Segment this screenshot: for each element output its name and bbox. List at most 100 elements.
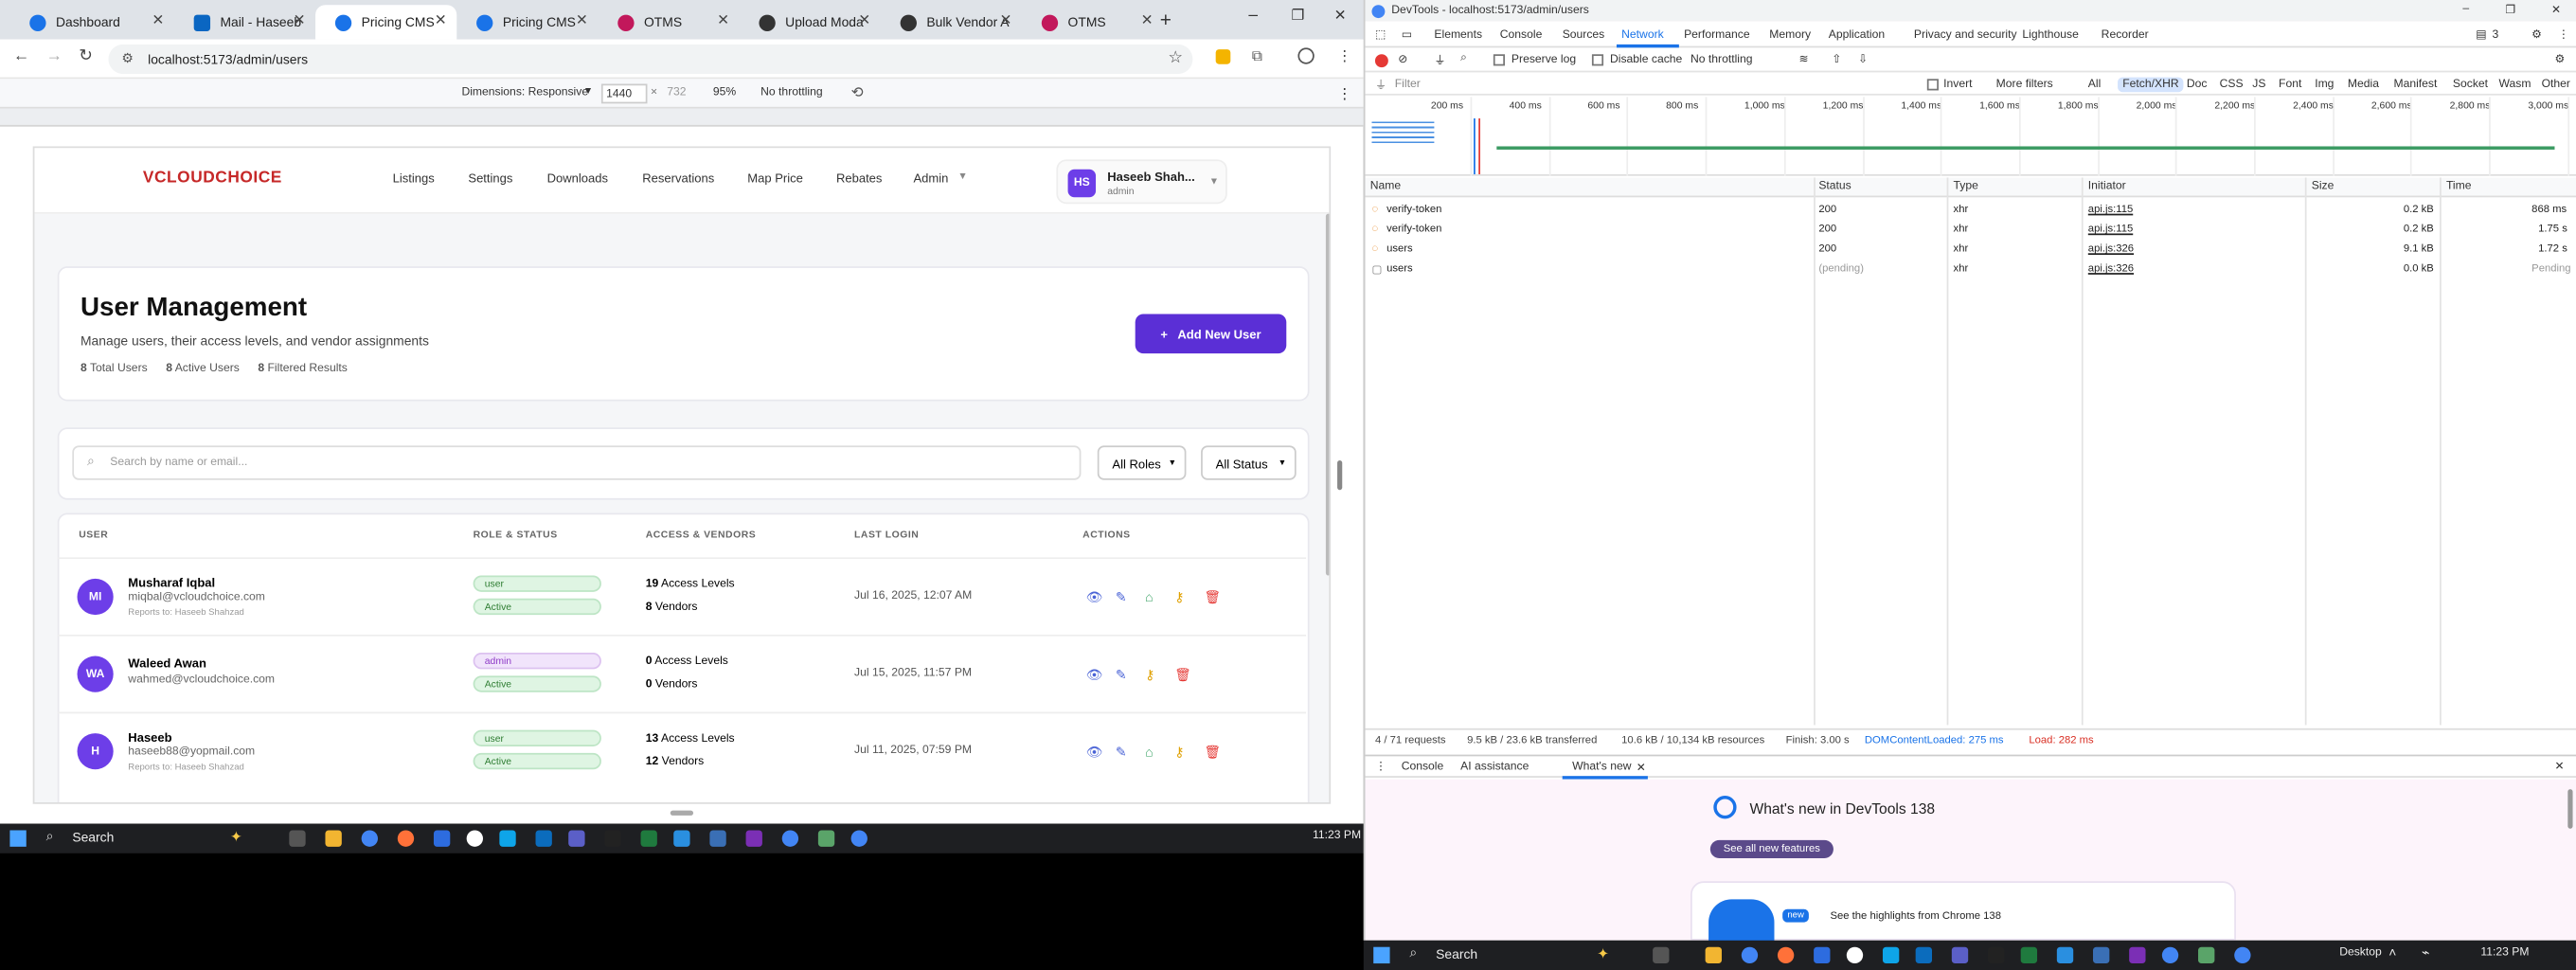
onenote-icon[interactable] bbox=[745, 830, 762, 847]
maximize-icon[interactable]: ❐ bbox=[1291, 7, 1304, 25]
col-status[interactable]: Status bbox=[1818, 181, 1851, 192]
panel-application[interactable]: Application bbox=[1829, 29, 1885, 41]
extension-icon[interactable] bbox=[1215, 49, 1231, 64]
tab-bulk-vendor[interactable]: Bulk Vendor A ✕ bbox=[881, 5, 1022, 39]
close-icon[interactable]: ✕ bbox=[576, 11, 588, 29]
nav-admin[interactable]: Admin bbox=[913, 171, 948, 187]
type-filter-all[interactable]: All bbox=[2088, 79, 2101, 90]
view-icon[interactable]: 👁 bbox=[1086, 745, 1103, 760]
request-initiator[interactable]: api.js:326 bbox=[2088, 243, 2134, 255]
new-tab-icon[interactable]: + bbox=[1160, 9, 1172, 31]
rotate-icon[interactable]: ⟲ bbox=[851, 84, 864, 102]
filter-icon[interactable]: ⏚ bbox=[1434, 53, 1445, 69]
delete-icon[interactable]: 🗑 bbox=[1205, 745, 1222, 760]
close-icon[interactable]: ✕ bbox=[1141, 11, 1154, 29]
key-icon[interactable]: ⚷ bbox=[1174, 745, 1184, 760]
tag-icon[interactable]: ⌂ bbox=[1145, 590, 1153, 605]
copilot-sparkle-icon[interactable]: ✦ bbox=[1597, 945, 1609, 963]
zoom-icon[interactable] bbox=[1814, 946, 1831, 964]
col-initiator[interactable]: Initiator bbox=[2088, 181, 2126, 192]
excel-icon[interactable] bbox=[2020, 946, 2038, 964]
record-icon[interactable] bbox=[1374, 54, 1388, 68]
forward-icon[interactable]: → bbox=[46, 47, 63, 65]
invert-checkbox[interactable] bbox=[1926, 79, 1939, 91]
chrome-icon[interactable] bbox=[781, 830, 799, 847]
drawer-tab-ai[interactable]: AI assistance bbox=[1460, 762, 1529, 773]
panel-recorder[interactable]: Recorder bbox=[2102, 29, 2149, 41]
app-icon[interactable] bbox=[1882, 946, 1900, 964]
profile-icon[interactable] bbox=[1297, 47, 1315, 64]
table-row[interactable]: H Haseeb haseeb88@yopmail.com Reports to… bbox=[57, 711, 1307, 788]
app-icon[interactable] bbox=[1915, 946, 1933, 964]
view-icon[interactable]: 👁 bbox=[1086, 590, 1103, 605]
vscode-icon[interactable] bbox=[2056, 946, 2074, 964]
roles-select[interactable]: All Roles ▼ bbox=[1097, 445, 1187, 480]
copilot-sparkle-icon[interactable]: ✦ bbox=[230, 829, 242, 847]
panel-memory[interactable]: Memory bbox=[1769, 29, 1811, 41]
close-window-icon[interactable]: ✕ bbox=[2551, 3, 2561, 16]
zoom-icon[interactable] bbox=[433, 830, 451, 847]
chrome-icon[interactable] bbox=[850, 830, 868, 847]
dimensions-select[interactable]: Dimensions: Responsive bbox=[461, 87, 588, 99]
user-menu[interactable]: HS Haseeb Shah... admin ▼ bbox=[1056, 159, 1227, 205]
col-type[interactable]: Type bbox=[1954, 181, 1978, 192]
firefox-icon[interactable] bbox=[1777, 946, 1795, 964]
more-options-icon[interactable]: ⋮ bbox=[1337, 85, 1352, 103]
throttle-select[interactable]: No throttling bbox=[760, 87, 822, 99]
delete-icon[interactable]: 🗑 bbox=[1174, 668, 1191, 683]
chevron-up-icon[interactable]: ˄ bbox=[2388, 945, 2396, 961]
drawer-menu-icon[interactable]: ⋮ bbox=[1375, 760, 1386, 773]
add-user-button[interactable]: + Add New User bbox=[1135, 314, 1287, 354]
system-tray-icons[interactable]: ⌁ bbox=[2422, 945, 2429, 961]
search-input[interactable]: ⌕ Search by name or email... bbox=[72, 445, 1082, 480]
col-name[interactable]: Name bbox=[1370, 181, 1401, 192]
nav-reservations[interactable]: Reservations bbox=[642, 171, 714, 187]
app-icon[interactable] bbox=[2093, 946, 2110, 964]
settings-gear-icon[interactable]: ⚙ bbox=[2554, 53, 2565, 65]
close-icon[interactable]: ✕ bbox=[435, 11, 447, 29]
close-icon[interactable]: ✕ bbox=[152, 11, 164, 29]
drawer-tab-whats-new[interactable]: What's new bbox=[1572, 762, 1631, 773]
clock[interactable]: 11:23 PM bbox=[2480, 947, 2529, 959]
col-time[interactable]: Time bbox=[2446, 181, 2472, 192]
close-icon[interactable]: ✕ bbox=[294, 11, 306, 29]
close-icon[interactable]: ✕ bbox=[1637, 762, 1646, 774]
windows-start-icon[interactable] bbox=[1373, 946, 1390, 964]
edit-icon[interactable]: ✎ bbox=[1116, 745, 1127, 760]
reload-icon[interactable]: ↻ bbox=[79, 47, 93, 65]
vscode-icon[interactable] bbox=[673, 830, 690, 847]
chrome-icon[interactable] bbox=[361, 830, 378, 847]
terminal-icon[interactable] bbox=[1987, 946, 2005, 964]
windows-start-icon[interactable] bbox=[9, 830, 27, 847]
request-initiator[interactable]: api.js:115 bbox=[2088, 204, 2133, 215]
see-all-features-button[interactable]: See all new features bbox=[1709, 839, 1834, 858]
view-icon[interactable]: 👁 bbox=[1086, 668, 1103, 683]
settings-gear-icon[interactable]: ⚙ bbox=[2531, 28, 2542, 41]
more-filters-select[interactable]: More filters bbox=[1996, 79, 2053, 90]
request-row[interactable]: ◌ users 200 xhr api.js:326 9.1 kB 1.72 s bbox=[1366, 243, 2576, 263]
bookmark-star-icon[interactable]: ☆ bbox=[1168, 49, 1183, 67]
close-drawer-icon[interactable]: ✕ bbox=[2554, 760, 2564, 773]
network-throttle-select[interactable]: No throttling bbox=[1690, 54, 1752, 65]
tab-pricing-cms[interactable]: Pricing CMS ✕ bbox=[456, 5, 598, 39]
task-view-icon[interactable] bbox=[1653, 946, 1670, 964]
edit-icon[interactable]: ✎ bbox=[1116, 668, 1127, 683]
type-filter-js[interactable]: JS bbox=[2252, 79, 2265, 90]
type-filter-img[interactable]: Img bbox=[2315, 79, 2334, 90]
minimize-icon[interactable]: – bbox=[1248, 7, 1258, 25]
close-icon[interactable]: ✕ bbox=[999, 11, 1011, 29]
brand-logo[interactable]: VCLOUDCHOICE bbox=[143, 170, 282, 188]
app-icon[interactable] bbox=[499, 830, 516, 847]
excel-icon[interactable] bbox=[640, 830, 657, 847]
request-initiator[interactable]: api.js:115 bbox=[2088, 224, 2133, 235]
panel-elements[interactable]: Elements bbox=[1434, 29, 1482, 41]
panel-lighthouse[interactable]: Lighthouse bbox=[2022, 29, 2078, 41]
edit-icon[interactable]: ✎ bbox=[1116, 590, 1127, 605]
drawer-tab-console[interactable]: Console bbox=[1402, 762, 1444, 773]
teams-icon[interactable] bbox=[568, 830, 585, 847]
table-row[interactable]: WA Waleed Awan wahmed@vcloudchoice.com a… bbox=[57, 634, 1307, 710]
terminal-icon[interactable] bbox=[604, 830, 621, 847]
status-select[interactable]: All Status ▼ bbox=[1201, 445, 1297, 480]
type-filter-doc[interactable]: Doc bbox=[2187, 79, 2208, 90]
extensions-puzzle-icon[interactable]: ⧉ bbox=[1252, 47, 1262, 65]
